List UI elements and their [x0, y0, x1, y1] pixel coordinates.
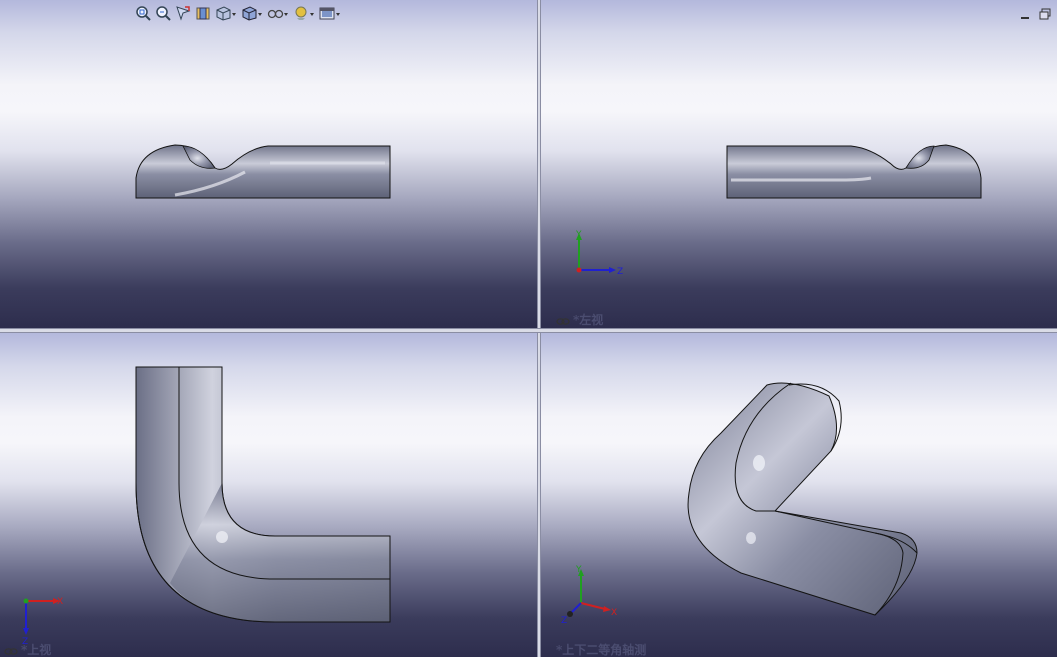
restore-view-icon[interactable]	[1038, 8, 1052, 20]
link-icon	[556, 315, 570, 325]
zoom-to-fit-icon[interactable]	[134, 3, 152, 23]
view-name-trimetric[interactable]: *上下二等角轴测	[556, 641, 646, 657]
model-top-view[interactable]	[0, 333, 537, 657]
triad-z-label: Z	[561, 616, 567, 625]
triad-x-label: X	[57, 597, 63, 607]
model-front-view[interactable]	[0, 0, 537, 328]
view-label-text: *左视	[573, 313, 604, 327]
viewport-trimetric[interactable]: Y X Z *上下二等角轴测	[541, 333, 1057, 657]
view-orientation-icon[interactable]	[214, 3, 238, 23]
triad-z-label: Z	[617, 267, 623, 277]
view-label-text: *上视	[21, 643, 52, 657]
viewport-top[interactable]: X Z *上视	[0, 333, 537, 657]
hide-show-items-icon[interactable]	[266, 3, 290, 23]
section-view-icon[interactable]	[194, 3, 212, 23]
view-label-text: *上下二等角轴测	[556, 643, 647, 657]
zoom-to-area-icon[interactable]	[154, 3, 172, 23]
triad-y-label: Y	[575, 230, 582, 240]
edit-appearance-icon[interactable]	[292, 3, 316, 23]
heads-up-view-toolbar	[134, 2, 342, 24]
link-icon	[4, 645, 18, 655]
apply-scene-icon[interactable]	[318, 3, 342, 23]
triad-x-label: X	[611, 608, 617, 618]
viewport-front[interactable]	[0, 0, 537, 328]
view-name-left[interactable]: *左视	[556, 311, 603, 328]
coordinate-triad-left: Y Z	[575, 230, 623, 277]
viewport-left[interactable]: Y Z *左视	[541, 0, 1057, 328]
triad-y-label: Y	[575, 565, 582, 575]
display-style-icon[interactable]	[240, 3, 264, 23]
coordinate-triad-trimetric: Y X Z	[561, 565, 617, 625]
minimize-view-icon[interactable]	[1018, 9, 1032, 21]
previous-view-icon[interactable]	[174, 3, 192, 23]
viewport-divider-horizontal[interactable]	[0, 328, 1057, 333]
view-name-top[interactable]: *上视	[4, 641, 51, 657]
